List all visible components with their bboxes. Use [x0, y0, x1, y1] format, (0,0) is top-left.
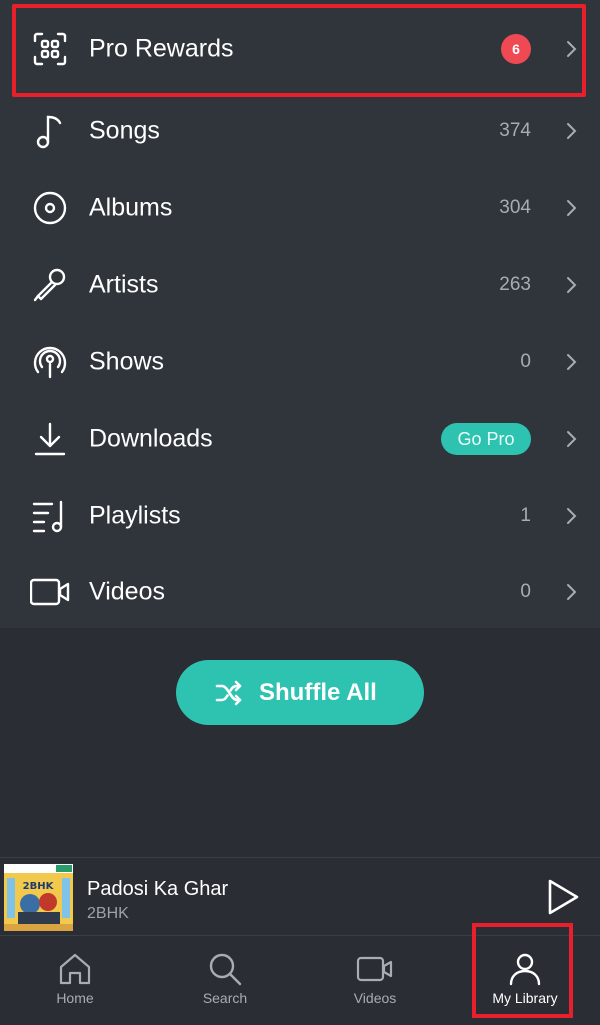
track-title: Padosi Ka Ghar [87, 878, 229, 900]
album-art-title: 2BHK [23, 881, 55, 892]
play-icon[interactable] [546, 878, 580, 916]
library-item-playlists[interactable]: Playlists 1 [0, 477, 600, 554]
shuffle-icon [214, 678, 244, 708]
highlight-box-my-library [472, 923, 573, 1018]
library-item-songs[interactable]: Songs 374 [0, 92, 600, 169]
nav-tab-home[interactable]: Home [0, 936, 150, 1025]
track-artist: 2BHK [87, 905, 129, 922]
item-count: 374 [499, 119, 531, 141]
podcast-icon [30, 342, 70, 382]
shuffle-all-button[interactable]: Shuffle All [176, 660, 424, 725]
library-item-artists[interactable]: Artists 263 [0, 246, 600, 323]
nav-tab-label: Videos [353, 990, 397, 1006]
chevron-right-icon [564, 121, 578, 141]
library-item-videos[interactable]: Videos 0 [0, 553, 600, 630]
nav-tab-label: Search [202, 990, 248, 1006]
item-count: 0 [520, 350, 531, 372]
go-pro-button[interactable]: Go Pro [441, 422, 531, 455]
library-item-label: Albums [89, 193, 173, 221]
item-count: 263 [499, 273, 531, 295]
chevron-right-icon [564, 582, 578, 602]
search-icon [206, 950, 244, 988]
nav-tab-search[interactable]: Search [150, 936, 300, 1025]
library-item-label: Artists [89, 270, 159, 298]
library-item-label: Songs [89, 116, 160, 144]
chevron-right-icon [564, 198, 578, 218]
chevron-right-icon [564, 506, 578, 526]
library-item-label: Playlists [89, 501, 181, 529]
highlight-box-pro-rewards [12, 4, 586, 97]
home-icon [56, 950, 94, 988]
nav-tab-videos[interactable]: Videos [300, 936, 450, 1025]
shuffle-all-label: Shuffle All [259, 678, 377, 706]
library-item-albums[interactable]: Albums 304 [0, 169, 600, 246]
item-count: 0 [520, 580, 531, 602]
library-item-label: Videos [89, 577, 165, 605]
library-item-shows[interactable]: Shows 0 [0, 323, 600, 400]
nav-tab-label: Home [56, 990, 94, 1006]
chevron-right-icon [564, 429, 578, 449]
video-camera-icon [356, 950, 394, 988]
item-count: 1 [520, 504, 531, 526]
item-count: 304 [499, 196, 531, 218]
chevron-right-icon [564, 275, 578, 295]
video-camera-icon [30, 572, 70, 612]
library-item-label: Downloads [89, 424, 213, 452]
chevron-right-icon [564, 352, 578, 372]
library-item-downloads[interactable]: Downloads Go Pro [0, 400, 600, 477]
microphone-icon [30, 265, 70, 305]
album-art: 2BHK [4, 864, 73, 931]
music-note-icon [30, 111, 70, 151]
download-icon [30, 419, 70, 459]
playlist-icon [30, 496, 70, 536]
library-item-label: Shows [89, 347, 165, 375]
disc-icon [30, 188, 70, 228]
